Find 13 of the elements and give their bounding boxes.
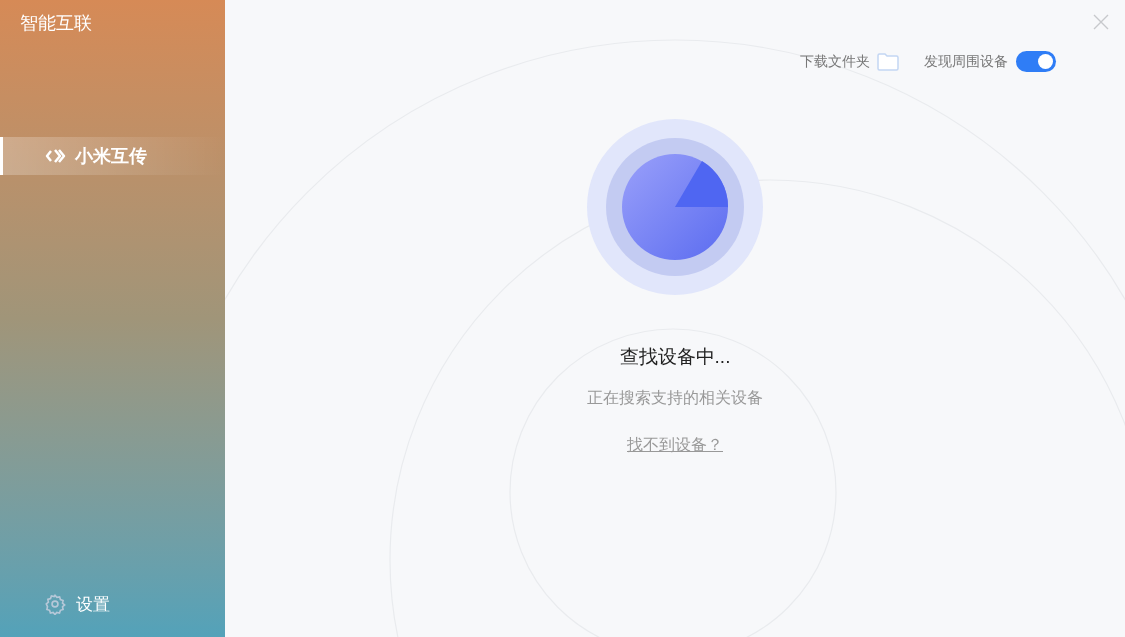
close-button[interactable] [1091,12,1111,32]
app-title: 智能互联 [19,12,92,35]
status-title: 查找设备中... [619,345,731,369]
settings-icon[interactable] [44,593,66,616]
help-link[interactable]: 找不到设备？ [627,432,723,457]
discover-devices-label: 发现周围设备 [924,52,1008,71]
radar-scan-icon [587,119,763,295]
download-folder-label[interactable]: 下载文件夹 [800,51,870,72]
folder-icon[interactable] [876,51,900,72]
discover-toggle[interactable] [1016,51,1056,72]
transfer-icon [45,148,67,164]
status-subtitle: 正在搜索支持的相关设备 [587,387,763,408]
settings-label[interactable]: 设置 [76,591,110,617]
